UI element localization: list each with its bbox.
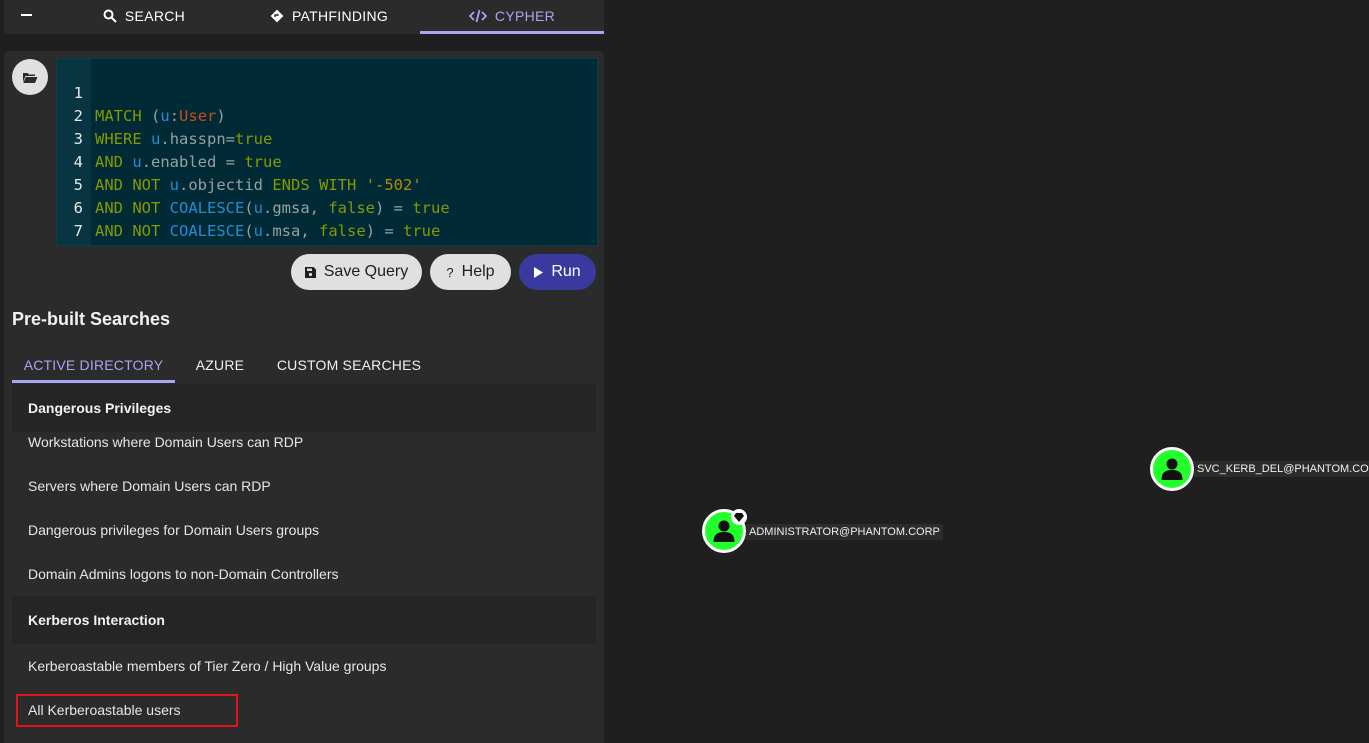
user-icon [1161, 458, 1183, 480]
top-tab-bar: SEARCH PATHFINDING CYPHER [4, 0, 604, 34]
code-line: 5 AND NOT COALESCE(u.gmsa, false) = true [57, 151, 597, 217]
play-icon [534, 266, 544, 278]
code-line: 7 RETURN u [57, 197, 597, 240]
query-item-servers-rdp[interactable]: Servers where Domain Users can RDP [28, 478, 271, 494]
category-dangerous-privileges: Dangerous Privileges [12, 384, 596, 432]
tab-cypher-label: CYPHER [494, 7, 556, 24]
cypher-panel: 1 MATCH (u:User) 2 WHERE u.hasspn=true 3… [4, 51, 604, 743]
tab-cypher[interactable]: CYPHER [420, 0, 604, 34]
question-icon: ? [446, 264, 454, 280]
gem-icon [731, 509, 747, 525]
save-query-label: Save Query [323, 263, 409, 280]
run-button[interactable]: Run [519, 254, 596, 290]
minus-icon [21, 14, 32, 16]
code-icon [468, 9, 487, 22]
search-icon [103, 9, 117, 23]
category-kerberos-interaction: Kerberos Interaction [12, 596, 596, 644]
node-label: ADMINISTRATOR@PHANTOM.CORP [746, 524, 943, 540]
diamond-directions-icon [270, 9, 284, 22]
run-label: Run [551, 263, 581, 280]
save-icon [304, 266, 316, 278]
code-line: 3 AND u.enabled = true [57, 105, 597, 171]
code-line: 1 MATCH (u:User) [57, 59, 597, 125]
tab-pathfinding-label: PATHFINDING [291, 7, 389, 24]
query-item-da-logons[interactable]: Domain Admins logons to non-Domain Contr… [28, 566, 338, 582]
code-line: 6 AND NOT COALESCE(u.msa, false) = true [57, 174, 597, 240]
tab-active-directory[interactable]: ACTIVE DIRECTORY [12, 350, 175, 383]
save-query-button[interactable]: Save Query [291, 254, 422, 290]
query-item-all-kerberoastable[interactable]: All Kerberoastable users [28, 702, 181, 718]
query-item-dangerous-privileges[interactable]: Dangerous privileges for Domain Users gr… [28, 522, 319, 538]
line-number: 8 [67, 243, 83, 245]
tab-custom-searches[interactable]: CUSTOM SEARCHES [269, 350, 429, 380]
code-line: 8 LIMIT 100 [57, 220, 597, 243]
query-item-kerberoastable-tier-zero[interactable]: Kerberoastable members of Tier Zero / Hi… [28, 658, 386, 674]
help-button[interactable]: ? Help [430, 254, 511, 290]
tab-search[interactable]: SEARCH [64, 0, 224, 31]
cypher-query-editor[interactable]: 1 MATCH (u:User) 2 WHERE u.hasspn=true 3… [56, 58, 598, 246]
prebuilt-searches-title: Pre-built Searches [12, 309, 171, 329]
collapse-panel-button[interactable] [4, 0, 50, 30]
tab-pathfinding[interactable]: PATHFINDING [234, 0, 424, 31]
open-saved-queries-button[interactable] [12, 59, 48, 95]
code-line: 4 AND NOT u.objectid ENDS WITH '-502' [57, 128, 597, 194]
tab-search-label: SEARCH [124, 7, 186, 24]
help-label: Help [461, 263, 495, 280]
node-label: SVC_KERB_DEL@PHANTOM.CORP [1194, 461, 1369, 477]
code-line: 2 WHERE u.hasspn=true [57, 82, 597, 148]
tab-azure[interactable]: AZURE [185, 350, 255, 380]
folder-open-icon [23, 72, 38, 83]
node-circle [1150, 447, 1194, 491]
query-item-workstations-rdp[interactable]: Workstations where Domain Users can RDP [28, 434, 303, 450]
